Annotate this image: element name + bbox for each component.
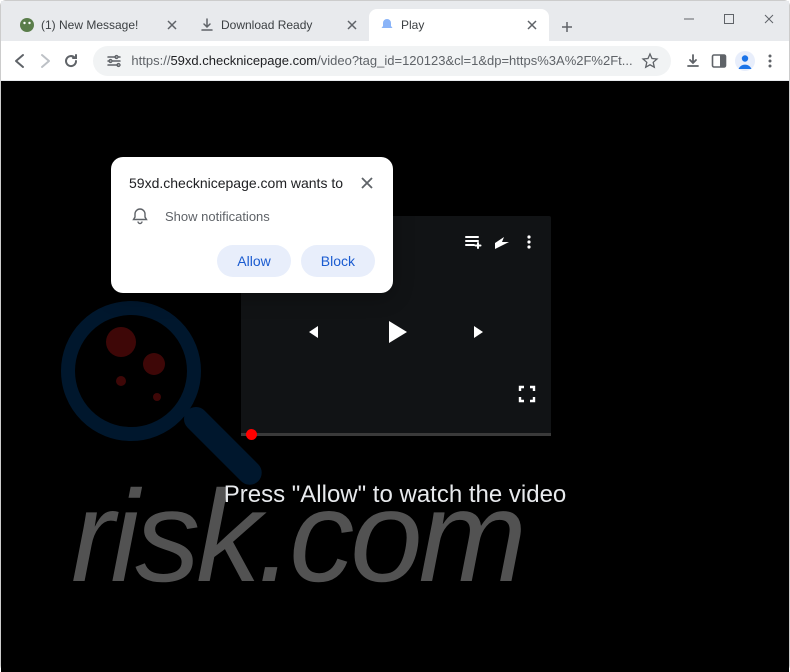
tab-download-ready[interactable]: Download Ready: [189, 9, 369, 41]
reload-button[interactable]: [60, 45, 81, 77]
tab-title: (1) New Message!: [41, 18, 159, 32]
close-icon[interactable]: [359, 175, 375, 191]
close-icon[interactable]: [525, 18, 539, 32]
download-icon: [199, 17, 215, 33]
fullscreen-icon[interactable]: [517, 362, 537, 425]
more-vert-icon[interactable]: [515, 228, 543, 256]
url-text: https://59xd.checknicepage.com/video?tag…: [131, 53, 632, 68]
progress-bar[interactable]: [241, 433, 551, 436]
toolbar: https://59xd.checknicepage.com/video?tag…: [1, 41, 789, 81]
site-settings-icon[interactable]: [105, 52, 123, 70]
page-content: risk.com: [1, 81, 789, 672]
progress-knob[interactable]: [246, 429, 257, 440]
forward-button[interactable]: [34, 45, 55, 77]
close-window-button[interactable]: [749, 5, 789, 33]
tab-play[interactable]: Play: [369, 9, 549, 41]
favicon-icon: [19, 17, 35, 33]
back-button[interactable]: [9, 45, 30, 77]
bell-icon: [131, 207, 149, 225]
close-icon[interactable]: [345, 18, 359, 32]
tab-new-message[interactable]: (1) New Message!: [9, 9, 189, 41]
minimize-button[interactable]: [669, 5, 709, 33]
maximize-button[interactable]: [709, 5, 749, 33]
allow-button[interactable]: Allow: [217, 245, 290, 277]
share-icon[interactable]: [487, 228, 515, 256]
bell-icon: [379, 17, 395, 33]
window-controls: [669, 1, 789, 41]
bookmark-star-icon[interactable]: [641, 52, 659, 70]
titlebar: (1) New Message! Download Ready Play: [1, 1, 789, 41]
address-bar[interactable]: https://59xd.checknicepage.com/video?tag…: [93, 46, 670, 76]
side-panel-button[interactable]: [708, 45, 729, 77]
skip-previous-icon[interactable]: [297, 317, 327, 347]
popup-message: Show notifications: [165, 209, 270, 224]
queue-add-icon[interactable]: [459, 228, 487, 256]
notification-permission-popup: 59xd.checknicepage.com wants to Show not…: [111, 157, 393, 293]
page-caption: Press "Allow" to watch the video: [1, 481, 789, 509]
profile-button[interactable]: [734, 45, 756, 77]
downloads-button[interactable]: [683, 45, 704, 77]
tab-title: Download Ready: [221, 18, 339, 32]
popup-title: 59xd.checknicepage.com wants to: [129, 175, 351, 191]
menu-button[interactable]: [760, 45, 781, 77]
close-icon[interactable]: [165, 18, 179, 32]
skip-next-icon[interactable]: [465, 317, 495, 347]
block-button[interactable]: Block: [301, 245, 375, 277]
tab-title: Play: [401, 18, 519, 32]
new-tab-button[interactable]: [553, 13, 581, 41]
play-icon[interactable]: [375, 311, 417, 353]
